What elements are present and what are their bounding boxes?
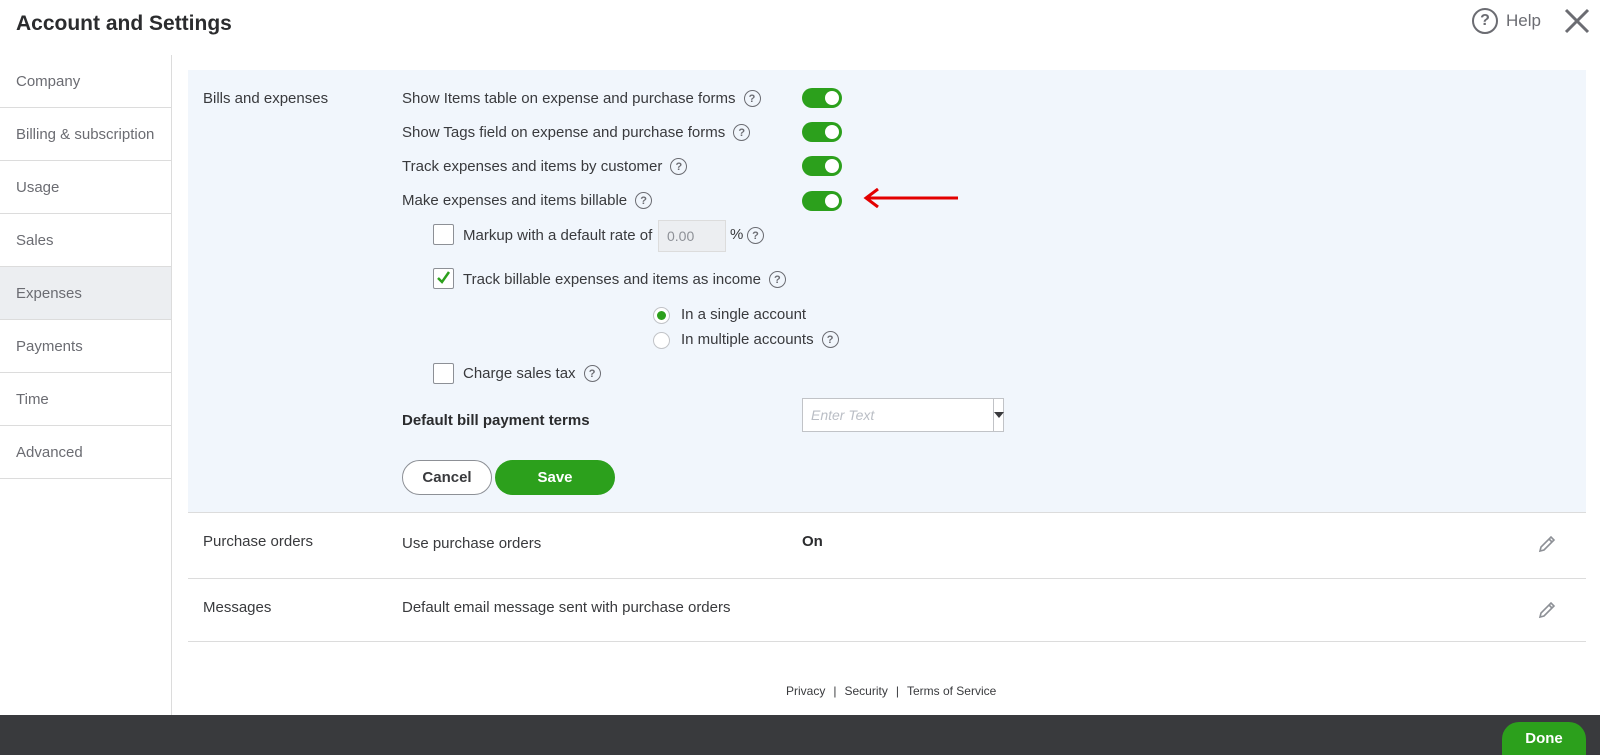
messages-description: Default email message sent with purchase… <box>402 599 731 616</box>
show-items-table-label: Show Items table on expense and purchase… <box>402 90 736 107</box>
pencil-icon[interactable] <box>1536 599 1558 621</box>
default-terms-label: Default bill payment terms <box>402 412 590 429</box>
show-tags-field-row: Show Tags field on expense and purchase … <box>402 124 751 141</box>
close-icon[interactable] <box>1562 6 1592 36</box>
bottom-bar <box>0 715 1600 755</box>
info-icon[interactable]: ? <box>670 158 688 175</box>
show-tags-field-label: Show Tags field on expense and purchase … <box>402 124 726 141</box>
show-items-table-row: Show Items table on expense and purchase… <box>402 90 761 107</box>
footer-links: Privacy | Security | Terms of Service <box>786 684 996 698</box>
track-as-income-checkbox[interactable] <box>433 268 454 289</box>
security-link[interactable]: Security <box>844 684 887 698</box>
sidebar-item-time[interactable]: Time <box>0 373 171 426</box>
help-icon: ? <box>1472 8 1498 34</box>
main-content: Bills and expenses Show Items table on e… <box>188 70 1586 642</box>
track-as-income-label: Track billable expenses and items as inc… <box>463 271 761 288</box>
track-by-customer-toggle[interactable] <box>802 156 842 176</box>
markup-percent-sign: % <box>730 226 744 243</box>
messages-section-label: Messages <box>203 599 272 616</box>
markup-label: Markup with a default rate of <box>463 227 653 244</box>
header: Account and Settings ? Help <box>0 0 1600 55</box>
done-button[interactable]: Done <box>1502 722 1586 755</box>
default-terms-dropdown[interactable] <box>802 398 1004 432</box>
footer-separator: | <box>833 684 837 698</box>
purchase-orders-section: Purchase orders Use purchase orders On <box>188 512 1586 578</box>
sidebar-item-billing-subscription[interactable]: Billing & subscription <box>0 108 171 161</box>
info-icon[interactable]: ? <box>635 192 653 209</box>
info-icon[interactable]: ? <box>747 227 764 244</box>
purchase-orders-status: On <box>802 533 823 550</box>
pencil-icon[interactable] <box>1536 533 1558 555</box>
red-arrow-annotation-icon <box>863 188 958 208</box>
purchase-orders-description: Use purchase orders <box>402 535 542 552</box>
bills-section-label: Bills and expenses <box>203 90 329 107</box>
make-billable-label: Make expenses and items billable <box>402 192 628 209</box>
show-items-table-toggle[interactable] <box>802 88 842 108</box>
cancel-button[interactable]: Cancel <box>402 460 492 495</box>
terms-of-service-link[interactable]: Terms of Service <box>907 684 996 698</box>
track-as-income-row: Track billable expenses and items as inc… <box>463 271 786 288</box>
settings-sidebar: Company Billing & subscription Usage Sal… <box>0 55 172 715</box>
charge-sales-tax-row: Charge sales tax ? <box>463 365 601 382</box>
bills-and-expenses-section: Bills and expenses Show Items table on e… <box>188 70 1586 512</box>
sidebar-item-usage[interactable]: Usage <box>0 161 171 214</box>
single-account-label: In a single account <box>681 306 807 323</box>
footer-separator: | <box>895 684 899 698</box>
markup-rate-input[interactable]: 0.00 <box>658 220 726 252</box>
track-by-customer-row: Track expenses and items by customer ? <box>402 158 688 175</box>
multiple-accounts-radio[interactable] <box>653 332 670 349</box>
sidebar-item-sales[interactable]: Sales <box>0 214 171 267</box>
info-icon[interactable]: ? <box>768 271 786 288</box>
info-icon[interactable]: ? <box>743 90 761 107</box>
make-billable-toggle[interactable] <box>802 191 842 211</box>
save-button[interactable]: Save <box>495 460 615 495</box>
help-button[interactable]: ? Help <box>1472 8 1541 34</box>
checkmark-icon <box>437 271 451 284</box>
markup-checkbox[interactable] <box>433 224 454 245</box>
info-icon[interactable]: ? <box>583 365 601 382</box>
sidebar-item-company[interactable]: Company <box>0 55 171 108</box>
purchase-orders-section-label: Purchase orders <box>203 533 314 550</box>
default-terms-input[interactable] <box>803 399 993 431</box>
help-label: Help <box>1506 11 1541 30</box>
privacy-link[interactable]: Privacy <box>786 684 825 698</box>
show-tags-field-toggle[interactable] <box>802 122 842 142</box>
caret-down-icon[interactable] <box>993 399 1004 431</box>
make-billable-row: Make expenses and items billable ? <box>402 192 653 209</box>
info-icon[interactable]: ? <box>733 124 751 141</box>
charge-sales-tax-label: Charge sales tax <box>463 365 576 382</box>
sidebar-item-advanced[interactable]: Advanced <box>0 426 171 479</box>
multiple-accounts-label: In multiple accounts <box>681 331 814 348</box>
page-title: Account and Settings <box>16 12 232 35</box>
track-by-customer-label: Track expenses and items by customer <box>402 158 663 175</box>
messages-section: Messages Default email message sent with… <box>188 578 1586 642</box>
charge-sales-tax-checkbox[interactable] <box>433 363 454 384</box>
multiple-accounts-row: In multiple accounts ? <box>681 331 839 348</box>
sidebar-item-expenses[interactable]: Expenses <box>0 267 171 320</box>
sidebar-item-payments[interactable]: Payments <box>0 320 171 373</box>
info-icon[interactable]: ? <box>821 331 839 348</box>
single-account-radio[interactable] <box>653 307 670 324</box>
